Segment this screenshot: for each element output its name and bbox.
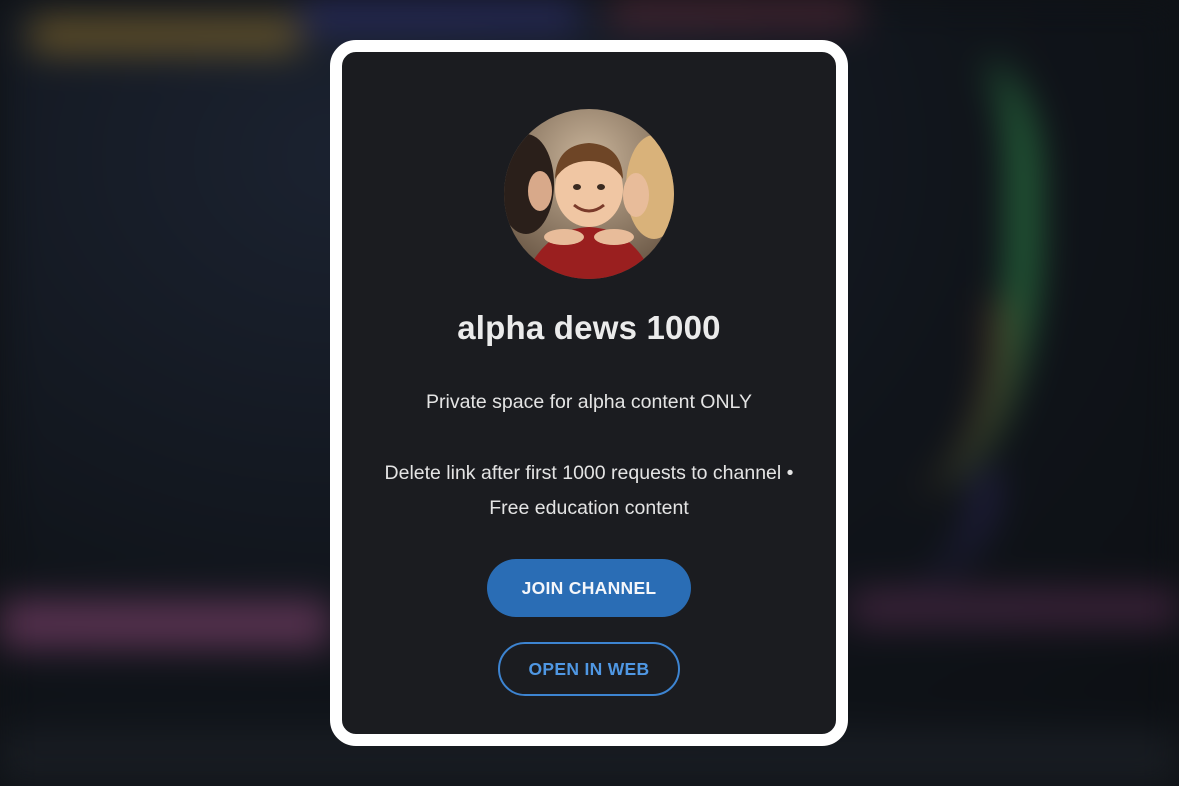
background-shape <box>30 18 300 52</box>
channel-description: Private space for alpha content ONLY <box>426 391 752 413</box>
channel-avatar-photo-icon <box>504 109 674 279</box>
join-channel-button[interactable]: JOIN CHANNEL <box>487 559 691 617</box>
open-in-web-button[interactable]: OPEN IN WEB <box>498 642 680 696</box>
background-shape <box>610 0 860 26</box>
background-shape <box>850 590 1179 626</box>
channel-name: alpha dews 1000 <box>457 309 721 346</box>
description-line: Delete link after first 1000 requests to… <box>384 462 794 484</box>
background-shape <box>840 470 994 590</box>
channel-description-extra: Delete link after first 1000 requests to… <box>349 456 829 526</box>
channel-invite-card: alpha dews 1000 Private space for alpha … <box>330 40 848 746</box>
channel-avatar <box>504 109 674 279</box>
background-shape <box>0 600 330 648</box>
background-shape <box>300 0 580 30</box>
description-line: Free education content <box>489 497 689 519</box>
